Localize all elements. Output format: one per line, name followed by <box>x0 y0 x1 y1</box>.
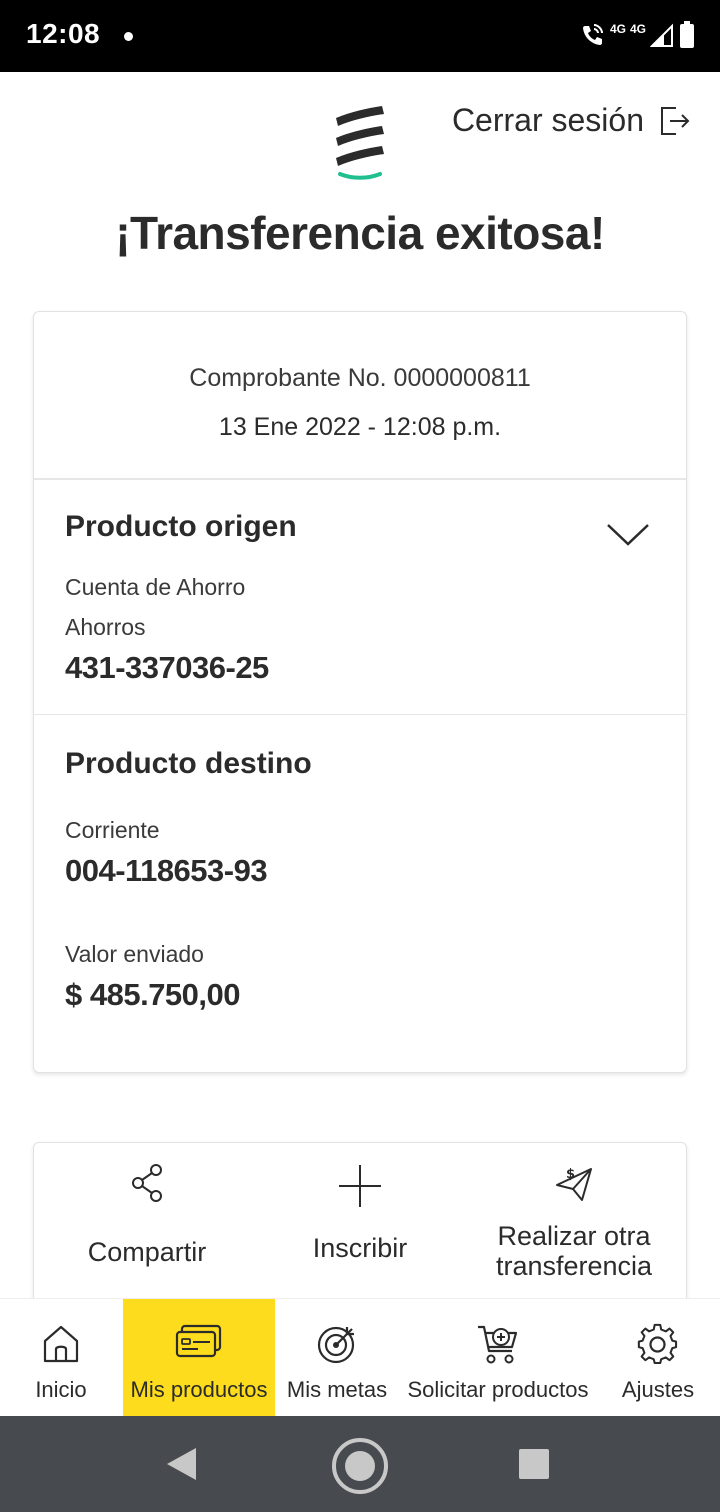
share-button[interactable]: Compartir <box>34 1143 260 1303</box>
destination-product-section: Producto destino Corriente 004-118653-93… <box>34 715 686 1073</box>
bottom-nav: Inicio Mis productos Mis metas Solicitar… <box>0 1298 720 1417</box>
receipt-card: Comprobante No. 0000000811 13 Ene 2022 -… <box>33 311 687 1073</box>
nav-item-inicio[interactable]: Inicio <box>0 1299 122 1417</box>
nav-item-mis-productos[interactable]: Mis productos <box>123 1299 275 1417</box>
send-money-icon: $ <box>556 1167 592 1201</box>
new-transfer-button[interactable]: $ Realizar otra transferencia <box>464 1143 684 1303</box>
status-bar: 12:08 4G 4G <box>0 0 720 72</box>
share-icon <box>132 1164 162 1202</box>
call-wifi-icon <box>582 24 603 45</box>
svg-text:$: $ <box>566 1167 575 1182</box>
network-type-a: 4G <box>609 22 626 36</box>
destination-account-type: Corriente <box>65 817 160 843</box>
cart-add-icon <box>478 1325 518 1364</box>
share-label: Compartir <box>87 1237 207 1267</box>
network-type-b: 4G <box>629 22 646 36</box>
chevron-down-icon[interactable] <box>606 522 650 548</box>
status-icons: 4G 4G <box>580 18 696 52</box>
receipt-number: Comprobante No. 0000000811 <box>189 364 531 392</box>
plus-icon <box>339 1165 381 1207</box>
signal-icon <box>650 23 673 47</box>
new-transfer-label: Realizar otra transferencia <box>464 1221 684 1281</box>
enroll-label: Inscribir <box>312 1233 408 1263</box>
new-transfer-label-line1: Realizar otra <box>497 1221 651 1251</box>
origin-account-type: Ahorros <box>65 614 146 640</box>
status-time: 12:08 <box>26 18 101 49</box>
nav-item-mis-metas[interactable]: Mis metas <box>276 1299 398 1417</box>
origin-product-section: Producto origen Cuenta de Ahorro Ahorros… <box>34 480 686 715</box>
nav-item-ajustes[interactable]: Ajustes <box>598 1299 718 1417</box>
nav-label-mis-productos: Mis productos <box>130 1377 268 1402</box>
amount-label: Valor enviado <box>65 941 204 967</box>
nav-label-mis-metas: Mis metas <box>286 1377 388 1402</box>
back-icon[interactable] <box>164 1446 198 1482</box>
destination-account-number: 004-118653-93 <box>65 853 268 888</box>
receipt-date: 13 Ene 2022 - 12:08 p.m. <box>218 413 502 441</box>
logout-label: Cerrar sesión <box>451 102 644 138</box>
new-transfer-label-line2: transferencia <box>495 1251 653 1281</box>
nav-item-solicitar-productos[interactable]: Solicitar productos <box>398 1299 598 1417</box>
origin-product-name: Cuenta de Ahorro <box>65 574 246 600</box>
cards-icon <box>175 1324 222 1358</box>
page-title: ¡Transferencia exitosa! <box>115 207 605 259</box>
notification-dot-icon <box>124 32 133 41</box>
nav-label-inicio: Inicio <box>35 1377 87 1402</box>
actions-card: Compartir Inscribir $ Realizar otra tran… <box>33 1142 687 1312</box>
system-nav-bar <box>0 1416 720 1512</box>
recents-icon[interactable] <box>518 1448 550 1480</box>
origin-title: Producto origen <box>65 510 297 543</box>
target-icon <box>317 1326 355 1364</box>
battery-icon <box>680 21 694 48</box>
app-header: Cerrar sesión <box>0 72 720 192</box>
origin-account-number: 431-337036-25 <box>65 650 269 685</box>
destination-title: Producto destino <box>65 747 312 780</box>
gear-icon <box>637 1323 678 1365</box>
nav-label-ajustes: Ajustes <box>621 1377 695 1402</box>
enroll-button[interactable]: Inscribir <box>250 1143 470 1303</box>
bank-logo <box>336 106 384 180</box>
logout-icon <box>661 106 690 135</box>
nav-label-solicitar-productos: Solicitar productos <box>407 1377 589 1402</box>
receipt-header: Comprobante No. 0000000811 13 Ene 2022 -… <box>34 312 686 480</box>
home-button-icon[interactable] <box>330 1436 390 1496</box>
home-icon <box>43 1325 79 1363</box>
logout-button[interactable]: Cerrar sesión <box>452 102 692 139</box>
amount-value: $ 485.750,00 <box>65 977 241 1012</box>
